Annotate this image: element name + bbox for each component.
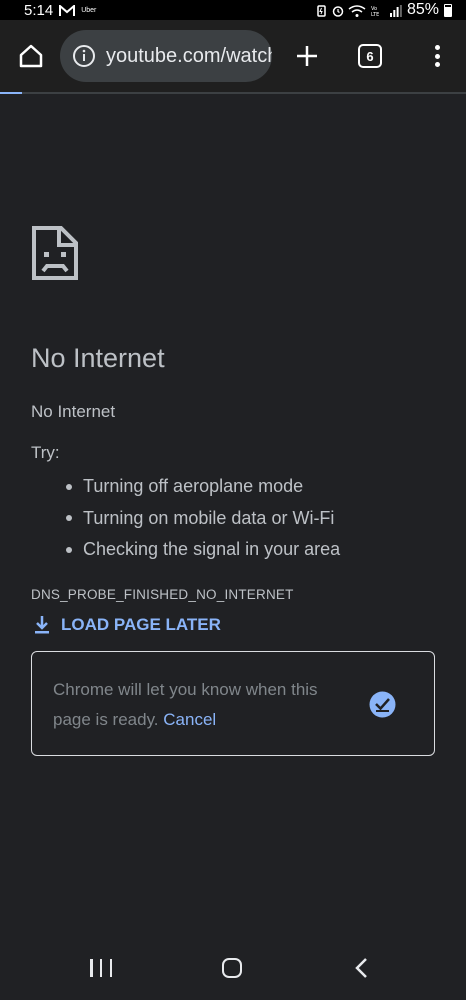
url-text[interactable]: youtube.com/watch <box>106 45 272 68</box>
volte-icon: Vo LTE <box>371 4 385 18</box>
alarm-icon <box>332 4 344 17</box>
suggestion-text: Checking the signal in your area <box>83 539 341 560</box>
list-item: Turning on mobile data or Wi-Fi <box>66 503 340 535</box>
error-subtitle: No Internet <box>31 402 116 421</box>
try-label: Try: <box>31 443 60 462</box>
status-left: 5:14 Uber <box>24 2 96 19</box>
check-circle-icon <box>369 691 396 718</box>
home-button[interactable] <box>16 41 46 71</box>
list-item: Checking the signal in your area <box>66 534 340 566</box>
uber-notification-icon: Uber <box>81 6 97 14</box>
menu-dot <box>434 53 440 59</box>
recents-bar <box>109 959 112 977</box>
load-page-later-label: LOAD PAGE LATER <box>61 615 221 634</box>
home-icon <box>19 44 43 68</box>
status-right: Vo LTE 85% <box>316 1 452 19</box>
suggestion-text: Turning off aeroplane mode <box>83 476 304 497</box>
menu-button[interactable] <box>432 43 442 69</box>
tab-switcher-button[interactable]: 6 <box>358 44 382 68</box>
bullet <box>66 546 72 553</box>
load-page-later-button[interactable]: LOAD PAGE LATER <box>33 615 221 635</box>
sad-document-icon <box>32 226 78 280</box>
cancel-link[interactable]: Cancel <box>163 710 216 729</box>
menu-dot <box>434 62 440 67</box>
signal-icon <box>389 4 402 17</box>
bullet <box>66 515 72 522</box>
recents-bar <box>90 959 93 977</box>
battery-percentage: 85% <box>406 1 439 18</box>
battery-saver-icon <box>316 4 327 17</box>
download-icon <box>35 616 49 634</box>
system-home-button[interactable] <box>222 958 242 978</box>
svg-text:LTE: LTE <box>371 12 379 17</box>
info-icon[interactable] <box>72 44 96 68</box>
status-bar: 5:14 Uber Vo LTE 85% <box>0 0 466 20</box>
notify-when-ready-box: Chrome will let you know when this page … <box>31 651 435 756</box>
menu-dot <box>434 45 440 50</box>
list-item: Turning off aeroplane mode <box>66 471 340 503</box>
suggestion-list: Turning off aeroplane mode Turning on mo… <box>66 471 340 566</box>
error-code: DNS_PROBE_FINISHED_NO_INTERNET <box>31 587 294 602</box>
error-title: No Internet <box>31 343 165 373</box>
page-load-progress <box>0 92 466 94</box>
recents-bar <box>99 959 103 977</box>
battery-icon <box>444 3 452 17</box>
plus-icon <box>297 46 317 66</box>
progress-fill <box>0 92 22 94</box>
address-bar[interactable]: youtube.com/watch <box>60 30 272 82</box>
recents-button[interactable] <box>90 959 112 977</box>
system-nav-bar <box>0 945 466 991</box>
browser-toolbar: youtube.com/watch 6 <box>0 20 466 92</box>
wifi-icon <box>348 4 366 17</box>
suggestion-text: Turning on mobile data or Wi-Fi <box>83 507 335 528</box>
gmail-icon <box>59 3 76 16</box>
bullet <box>66 483 72 490</box>
new-tab-button[interactable] <box>294 43 320 69</box>
status-time: 5:14 <box>24 1 54 19</box>
back-icon[interactable] <box>354 958 370 978</box>
notice-text: Chrome will let you know when this page … <box>53 675 343 735</box>
